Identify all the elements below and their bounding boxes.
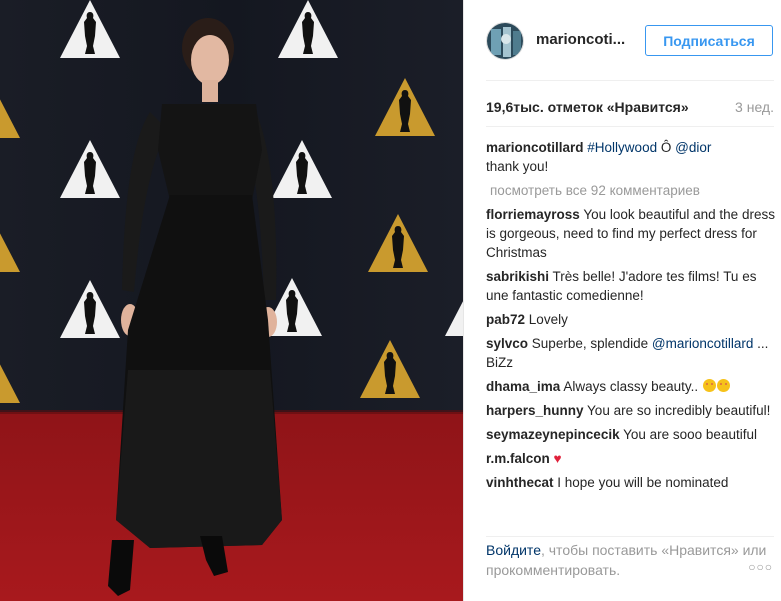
comment: vinhthecat I hope you will be nominated [486,473,776,492]
comment: sylvco Superbe, splendide @marioncotilla… [486,334,776,372]
post-header: marioncoti... Подписаться [464,0,781,80]
comment-username[interactable]: r.m.falcon [486,451,550,466]
view-all-comments-link[interactable]: посмотреть все 92 комментариев [490,181,776,200]
comment: sabrikishi Très belle! J'adore tes films… [486,267,776,305]
comment-username[interactable]: pab72 [486,312,525,327]
more-options-icon[interactable]: ○○○ [748,560,773,574]
comment-username[interactable]: marioncotillard [486,140,584,155]
login-prompt: Войдите, чтобы поставить «Нравится» или … [486,540,776,580]
login-link[interactable]: Войдите [486,542,541,558]
heart-icon: ♥ [553,451,562,466]
emoji-icon [702,379,716,392]
likes-count[interactable]: 19,6тыс. отметок «Нравится» [486,99,689,115]
comment-username[interactable]: harpers_hunny [486,403,584,418]
mention-link[interactable]: @dior [675,140,711,155]
comment: dhama_ima Always classy beauty.. [486,377,776,396]
avatar[interactable] [486,22,524,60]
comment-username[interactable]: sylvco [486,336,528,351]
follow-button[interactable]: Подписаться [645,25,773,56]
comment: harpers_hunny You are so incredibly beau… [486,401,776,420]
comment-username[interactable]: vinhthecat [486,475,554,490]
comment-text: You are sooo beautiful [623,427,757,442]
divider [486,536,774,537]
comment: florriemayross You look beautiful and th… [486,205,776,262]
photo-illustration [0,0,463,601]
comment-text: Lovely [528,312,568,327]
mention-link[interactable]: @marioncotillard [652,336,754,351]
comment-text: Always classy beauty.. [563,379,699,394]
caption-text: thank you! [486,159,549,174]
comment-text: I hope you will be nominated [557,475,729,490]
comment: seymazeynepincecik You are sooo beautifu… [486,425,776,444]
comment-username[interactable]: seymazeynepincecik [486,427,620,442]
divider [486,80,774,81]
comment-username[interactable]: sabrikishi [486,269,549,284]
comment-text: Superbe, splendide [531,336,652,351]
comment-username[interactable]: dhama_ima [486,379,560,394]
comment: pab72 Lovely [486,310,776,329]
caption: marioncotillard #Hollywood Ô @dior thank… [486,138,776,176]
post-username[interactable]: marioncoti... [536,31,625,48]
caption-text: Ô [657,140,676,155]
divider [486,126,774,127]
comment-username[interactable]: florriemayross [486,207,580,222]
post-sidebar: marioncoti... Подписаться 19,6тыс. отмет… [463,0,781,601]
likes-row: 19,6тыс. отметок «Нравится» 3 нед. [486,99,774,115]
comment: r.m.falcon ♥ [486,449,776,468]
comment-text: You are so incredibly beautiful! [587,403,771,418]
post-photo[interactable] [0,0,463,601]
comments-list: marioncotillard #Hollywood Ô @dior thank… [486,138,776,497]
emoji-icon [716,379,730,392]
post-time[interactable]: 3 нед. [735,99,774,115]
hashtag-link[interactable]: #Hollywood [587,140,657,155]
